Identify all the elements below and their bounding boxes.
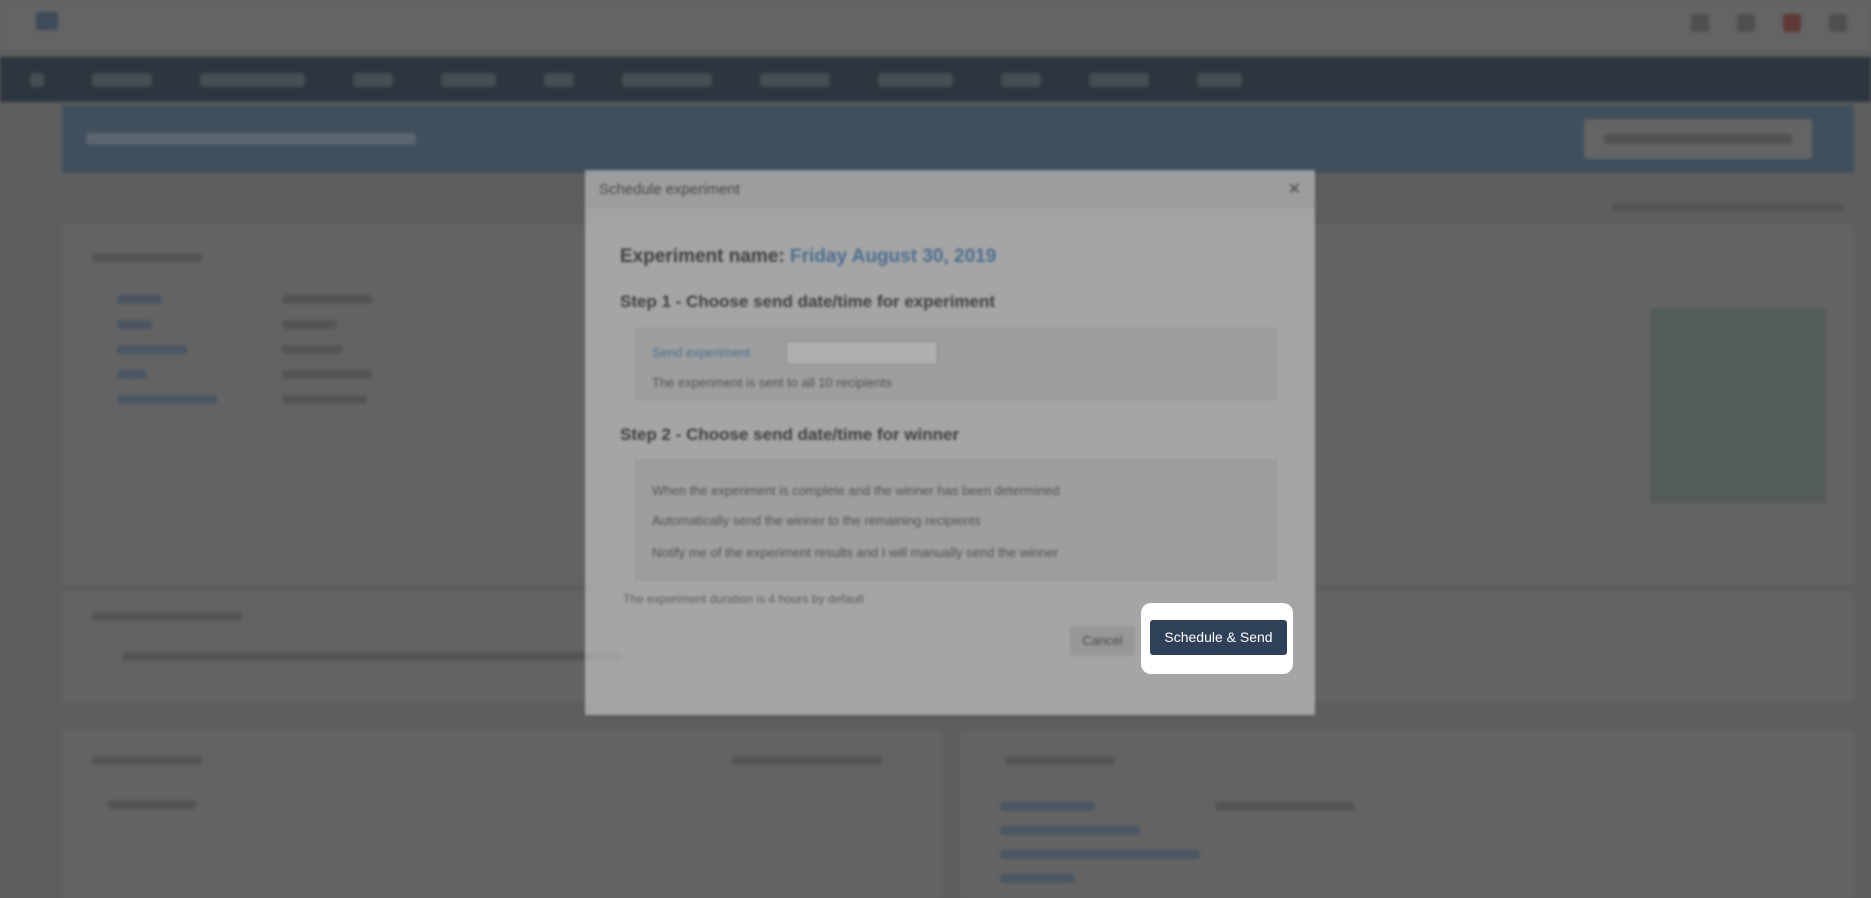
- schedule-and-send-button[interactable]: Schedule & Send: [1150, 620, 1287, 655]
- step2-description: When the experiment is complete and the …: [652, 483, 1060, 498]
- send-experiment-label: Send experiment: [652, 345, 751, 360]
- step1-note: The experiment is sent to all 10 recipie…: [652, 375, 892, 390]
- dialog-header: Schedule experiment ✕: [585, 170, 1315, 207]
- experiment-name-value[interactable]: Friday August 30, 2019: [790, 246, 996, 267]
- cancel-button[interactable]: Cancel: [1070, 626, 1135, 656]
- close-icon[interactable]: ✕: [1288, 179, 1301, 199]
- step1-heading: Step 1 - Choose send date/time for exper…: [620, 292, 996, 311]
- experiment-name-label: Experiment name:: [620, 246, 785, 267]
- step2-box: When the experiment is complete and the …: [635, 460, 1277, 580]
- duration-footnote: The experiment duration is 4 hours by de…: [623, 592, 864, 606]
- step1-box: Send experiment The experiment is sent t…: [635, 328, 1277, 400]
- send-time-select[interactable]: [786, 341, 938, 365]
- manual-send-winner-option[interactable]: Notify me of the experiment results and …: [652, 545, 1058, 560]
- dialog-title: Schedule experiment: [599, 181, 740, 198]
- experiment-name: Experiment name: Friday August 30, 2019: [620, 246, 996, 268]
- step2-heading: Step 2 - Choose send date/time for winne…: [620, 425, 960, 444]
- auto-send-winner-option[interactable]: Automatically send the winner to the rem…: [652, 513, 981, 528]
